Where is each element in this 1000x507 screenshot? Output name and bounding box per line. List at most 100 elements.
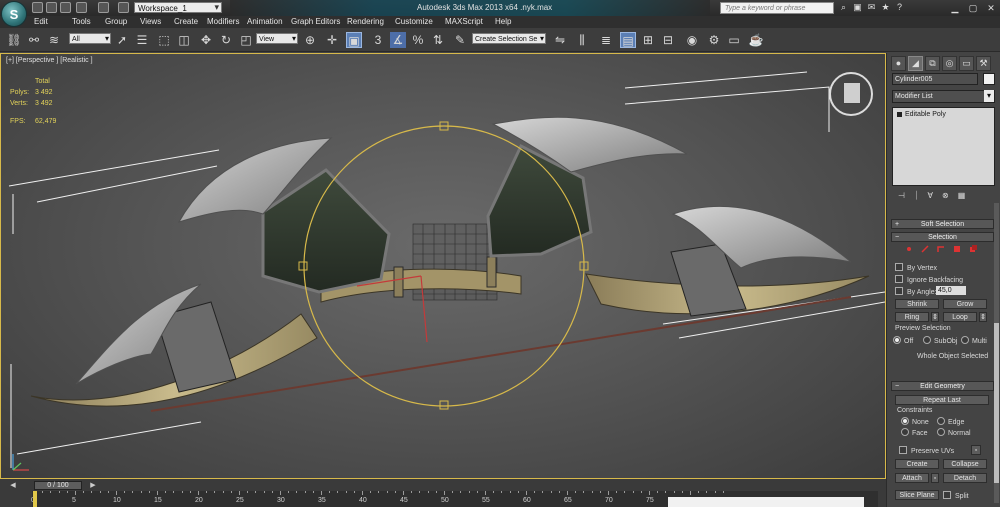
object-name-field[interactable]: Cylinder005 [892, 73, 978, 85]
soft-selection-rollout[interactable]: + Soft Selection [891, 219, 994, 229]
layer-manager-icon[interactable]: ≣ [598, 32, 614, 48]
preview-subobj-radio[interactable]: SubObj [923, 336, 957, 346]
menu-animation[interactable]: Animation [247, 16, 291, 28]
graphite-ribbon-icon[interactable]: ▤ [620, 32, 636, 48]
reference-coordinate-dropdown[interactable]: View [256, 33, 298, 44]
repeat-last-button[interactable]: Repeat Last [895, 395, 989, 405]
select-manipulate-icon[interactable]: ✛ [324, 32, 340, 48]
minimize-icon[interactable]: ▁ [946, 0, 964, 16]
selection-filter-dropdown[interactable]: All [69, 33, 111, 44]
rectangular-selection-icon[interactable]: ⬚ [156, 32, 172, 48]
attach-list-icon[interactable]: ▫ [931, 473, 939, 483]
create-button[interactable]: Create [895, 459, 939, 469]
unlink-icon[interactable]: ⚯ [26, 32, 42, 48]
shrink-button[interactable]: Shrink [895, 299, 939, 309]
edit-named-selection-icon[interactable]: ✎ [452, 32, 468, 48]
grow-button[interactable]: Grow [943, 299, 987, 309]
menu-rendering[interactable]: Rendering [347, 16, 395, 28]
scale-icon[interactable]: ◰ [238, 32, 254, 48]
maximize-icon[interactable]: ▢ [964, 0, 982, 16]
redo-icon[interactable] [98, 2, 109, 13]
display-tab-icon[interactable]: ▭ [959, 56, 974, 71]
menu-maxscript[interactable]: MAXScript [445, 16, 495, 28]
border-mode-icon[interactable] [937, 245, 945, 253]
ring-button[interactable]: Ring [895, 312, 929, 322]
panel-scrollbar-thumb[interactable] [994, 323, 999, 483]
time-slider[interactable]: 0 / 100 [34, 481, 82, 490]
favorites-icon[interactable]: ★ [880, 2, 891, 13]
preserve-uvs-settings-icon[interactable]: ▫ [971, 445, 981, 455]
create-tab-icon[interactable]: ● [891, 56, 906, 71]
modifier-list-dropdown[interactable]: Modifier List [892, 90, 995, 103]
preview-off-radio[interactable]: Off [893, 336, 913, 346]
ignore-backfacing-checkbox[interactable]: Ignore Backfacing [895, 275, 963, 285]
move-icon[interactable]: ✥ [198, 32, 214, 48]
new-file-icon[interactable] [32, 2, 43, 13]
menu-customize[interactable]: Customize [395, 16, 445, 28]
subscription-icon[interactable]: ▣ [852, 2, 863, 13]
motion-tab-icon[interactable]: ◎ [942, 56, 957, 71]
named-selection-set-dropdown[interactable]: Create Selection Se [472, 33, 546, 44]
utilities-tab-icon[interactable]: ⚒ [976, 56, 991, 71]
perspective-viewport[interactable]: [+] [Perspective ] [Realistic ] Total Po… [0, 53, 886, 479]
render-setup-icon[interactable]: ⚙ [706, 32, 722, 48]
curve-editor-icon[interactable]: ⊞ [640, 32, 656, 48]
project-folder-icon[interactable] [118, 2, 129, 13]
render-production-icon[interactable]: ☕ [748, 32, 764, 48]
gizmo-handle-bottom[interactable] [439, 400, 449, 410]
menu-tools[interactable]: Tools [72, 16, 105, 28]
angle-value-field[interactable]: 45,0 [936, 286, 966, 295]
bind-space-warp-icon[interactable]: ≋ [46, 32, 62, 48]
menu-create[interactable]: Create [174, 16, 207, 28]
preserve-uvs-checkbox[interactable]: Preserve UVs [899, 446, 954, 456]
selection-rollout[interactable]: − Selection [891, 232, 994, 242]
constraint-normal-radio[interactable]: Normal [937, 428, 971, 438]
pin-stack-icon[interactable]: ⊣ [898, 190, 905, 202]
detach-button[interactable]: Detach [943, 473, 987, 483]
select-by-name-icon[interactable]: ☰ [134, 32, 150, 48]
percent-snap-icon[interactable]: % [410, 32, 426, 48]
rendered-frame-window-icon[interactable]: ▭ [726, 32, 742, 48]
time-prev-icon[interactable]: ◀ [6, 481, 20, 490]
rotate-icon[interactable]: ↻ [218, 32, 234, 48]
make-unique-icon[interactable]: ∀ [928, 190, 933, 202]
menu-graph-editors[interactable]: Graph Editors [291, 16, 347, 28]
split-checkbox[interactable]: Split [943, 491, 969, 501]
select-object-icon[interactable]: ➚ [114, 32, 130, 48]
show-end-result-icon[interactable]: ⏐ [914, 190, 919, 202]
hierarchy-tab-icon[interactable]: ⧉ [925, 56, 940, 71]
viewcube-box-icon[interactable] [843, 82, 861, 104]
material-editor-icon[interactable]: ◉ [684, 32, 700, 48]
edge-mode-icon[interactable] [921, 245, 929, 253]
search-icon[interactable]: ⌕ [838, 2, 849, 13]
menu-help[interactable]: Help [495, 16, 525, 28]
constraint-face-radio[interactable]: Face [901, 428, 928, 438]
constraint-edge-radio[interactable]: Edge [937, 417, 964, 427]
viewport-label[interactable]: [+] [Perspective ] [Realistic ] [6, 57, 93, 64]
undo-icon[interactable] [76, 2, 87, 13]
constraint-none-radio[interactable]: None [901, 417, 929, 427]
time-next-icon[interactable]: ▶ [86, 481, 100, 490]
search-input[interactable]: Type a keyword or phrase [720, 2, 834, 14]
link-icon[interactable]: ⛓ [6, 32, 22, 48]
open-file-icon[interactable] [46, 2, 57, 13]
save-file-icon[interactable] [60, 2, 71, 13]
window-crossing-icon[interactable]: ◫ [176, 32, 192, 48]
modify-tab-icon[interactable]: ◢ [908, 56, 923, 71]
close-icon[interactable]: ✕ [982, 0, 1000, 16]
schematic-view-icon[interactable]: ⊟ [660, 32, 676, 48]
loop-spinner[interactable]: ⇕ [979, 312, 987, 322]
help-icon[interactable]: ? [894, 2, 905, 13]
configure-sets-icon[interactable]: ▦ [958, 190, 966, 202]
preview-multi-radio[interactable]: Multi [961, 336, 987, 346]
slice-plane-button[interactable]: Slice Plane [895, 490, 939, 500]
keyboard-shortcut-override-icon[interactable]: ▣ [346, 32, 362, 48]
by-angle-checkbox[interactable]: By Angle: [895, 287, 937, 297]
panel-scrollbar[interactable] [994, 203, 999, 503]
viewcube[interactable] [829, 72, 873, 116]
app-logo-icon[interactable]: S [1, 1, 27, 27]
menu-views[interactable]: Views [140, 16, 174, 28]
vertex-mode-icon[interactable] [905, 245, 913, 253]
communication-icon[interactable]: ✉ [866, 2, 877, 13]
stack-item-editable-poly[interactable]: Editable Poly [895, 110, 992, 120]
